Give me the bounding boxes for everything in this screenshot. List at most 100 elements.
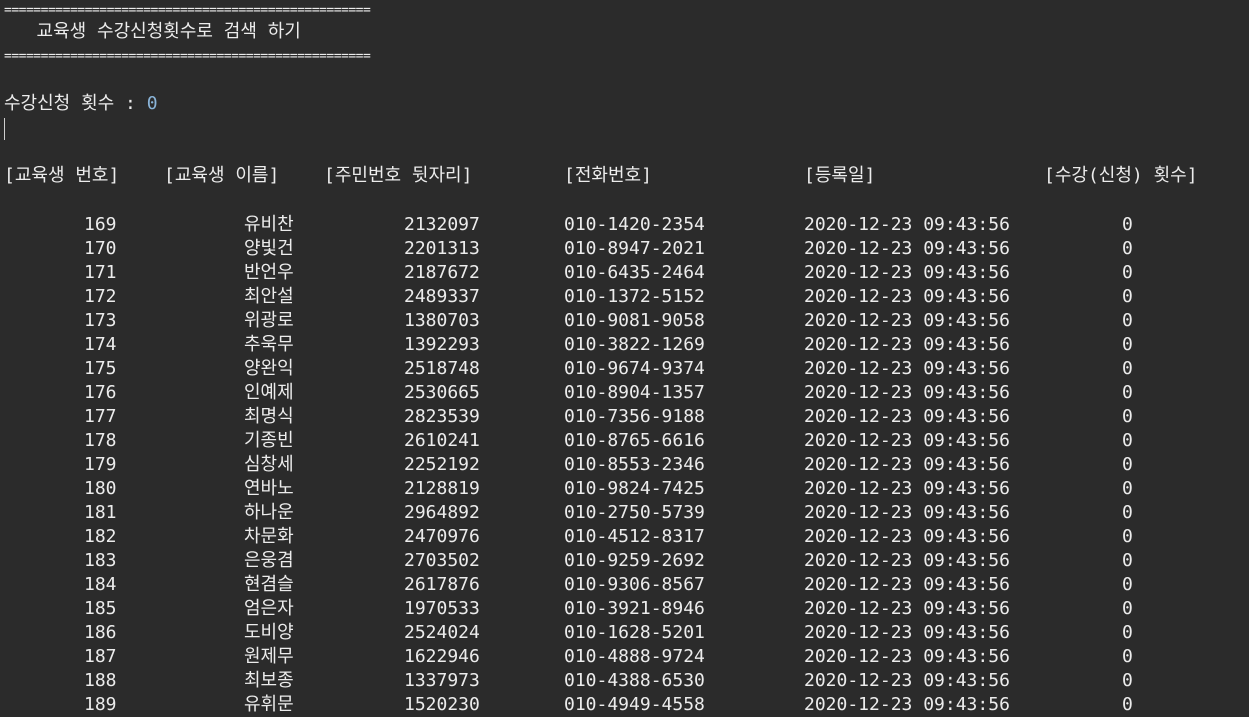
cell-reg-date: 2020-12-23 09:43:56 xyxy=(804,622,1010,643)
cell-student-name: 최보종 xyxy=(244,670,294,691)
cell-enroll-count: 0 xyxy=(1122,262,1133,283)
cell-reg-date: 2020-12-23 09:43:56 xyxy=(804,646,1010,667)
cell-phone: 010-9824-7425 xyxy=(564,478,705,499)
cell-ssn-back: 2823539 xyxy=(404,406,480,427)
cell-ssn-back: 2470976 xyxy=(404,526,480,547)
cell-enroll-count: 0 xyxy=(1122,502,1133,523)
cell-ssn-back: 2964892 xyxy=(404,502,480,523)
cell-reg-date: 2020-12-23 09:43:56 xyxy=(804,454,1010,475)
result-table: 169 유비찬 2132097 010-1420-2354 2020-12-23 09:… xyxy=(0,213,1249,717)
cell-student-name: 최안설 xyxy=(244,286,294,307)
cell-ssn-back: 2610241 xyxy=(404,430,480,451)
cell-student-no: 175 xyxy=(84,358,117,379)
cell-enroll-count: 0 xyxy=(1122,550,1133,571)
cell-enroll-count: 0 xyxy=(1122,670,1133,691)
cell-reg-date: 2020-12-23 09:43:56 xyxy=(804,406,1010,427)
header-phone: [전화번호] xyxy=(564,165,652,186)
cell-reg-date: 2020-12-23 09:43:56 xyxy=(804,358,1010,379)
cell-ssn-back: 2524024 xyxy=(404,622,480,643)
cell-student-no: 170 xyxy=(84,238,117,259)
table-row: 170 양빛건 2201313 010-8947-2021 2020-12-23 09:… xyxy=(0,237,1249,261)
cell-ssn-back: 2201313 xyxy=(404,238,480,259)
cell-reg-date: 2020-12-23 09:43:56 xyxy=(804,550,1010,571)
cell-reg-date: 2020-12-23 09:43:56 xyxy=(804,382,1010,403)
console-window: ========================================… xyxy=(0,0,1249,717)
cell-enroll-count: 0 xyxy=(1122,382,1133,403)
cell-ssn-back: 2128819 xyxy=(404,478,480,499)
cell-reg-date: 2020-12-23 09:43:56 xyxy=(804,334,1010,355)
table-row: 183 은웅겸 2703502 010-9259-2692 2020-12-23 09:… xyxy=(0,549,1249,573)
cell-ssn-back: 1520230 xyxy=(404,694,480,715)
cell-student-name: 양빛건 xyxy=(244,238,294,259)
cell-ssn-back: 2132097 xyxy=(404,214,480,235)
cell-ssn-back: 2530665 xyxy=(404,382,480,403)
cell-reg-date: 2020-12-23 09:43:56 xyxy=(804,478,1010,499)
table-row: 177 최명식 2823539 010-7356-9188 2020-12-23 09:… xyxy=(0,405,1249,429)
cell-reg-date: 2020-12-23 09:43:56 xyxy=(804,502,1010,523)
cell-enroll-count: 0 xyxy=(1122,430,1133,451)
cell-student-name: 기종빈 xyxy=(244,430,294,451)
cell-student-no: 185 xyxy=(84,598,117,619)
cell-phone: 010-2750-5739 xyxy=(564,502,705,523)
separator-top: ========================================… xyxy=(4,3,371,18)
cell-student-name: 연바노 xyxy=(244,478,294,499)
cell-ssn-back: 2518748 xyxy=(404,358,480,379)
cell-student-name: 현겸슬 xyxy=(244,574,294,595)
cell-phone: 010-9259-2692 xyxy=(564,550,705,571)
cell-student-name: 위광로 xyxy=(244,310,294,331)
cell-student-no: 181 xyxy=(84,502,117,523)
cell-ssn-back: 2252192 xyxy=(404,454,480,475)
cell-reg-date: 2020-12-23 09:43:56 xyxy=(804,670,1010,691)
table-row: 172 최안설 2489337 010-1372-5152 2020-12-23 09:… xyxy=(0,285,1249,309)
cell-phone: 010-9674-9374 xyxy=(564,358,705,379)
cell-student-no: 174 xyxy=(84,334,117,355)
separator-bottom: ========================================… xyxy=(4,49,371,64)
cell-phone: 010-4949-4558 xyxy=(564,694,705,715)
cell-enroll-count: 0 xyxy=(1122,238,1133,259)
cell-student-name: 하나운 xyxy=(244,502,294,523)
cell-student-no: 169 xyxy=(84,214,117,235)
cell-reg-date: 2020-12-23 09:43:56 xyxy=(804,310,1010,331)
cell-enroll-count: 0 xyxy=(1122,526,1133,547)
table-row: 182 차문화 2470976 010-4512-8317 2020-12-23 09:… xyxy=(0,525,1249,549)
cell-reg-date: 2020-12-23 09:43:56 xyxy=(804,214,1010,235)
cell-ssn-back: 2187672 xyxy=(404,262,480,283)
cell-reg-date: 2020-12-23 09:43:56 xyxy=(804,574,1010,595)
header-ssn-back: [주민번호 뒷자리] xyxy=(324,165,473,186)
cell-ssn-back: 1337973 xyxy=(404,670,480,691)
cell-student-no: 180 xyxy=(84,478,117,499)
text-cursor xyxy=(4,118,5,140)
cell-enroll-count: 0 xyxy=(1122,622,1133,643)
cell-reg-date: 2020-12-23 09:43:56 xyxy=(804,598,1010,619)
cell-reg-date: 2020-12-23 09:43:56 xyxy=(804,262,1010,283)
cell-enroll-count: 0 xyxy=(1122,646,1133,667)
cell-phone: 010-3921-8946 xyxy=(564,598,705,619)
header-enroll-count: [수강(신청) 횟수] xyxy=(1044,165,1198,186)
cell-phone: 010-8765-6616 xyxy=(564,430,705,451)
table-row: 178 기종빈 2610241 010-8765-6616 2020-12-23 09:… xyxy=(0,429,1249,453)
cell-student-name: 인예제 xyxy=(244,382,294,403)
cell-student-name: 유비찬 xyxy=(244,214,294,235)
cell-phone: 010-1372-5152 xyxy=(564,286,705,307)
table-row: 189 유휘문 1520230 010-4949-4558 2020-12-23 09:… xyxy=(0,693,1249,717)
table-row: 185 엄은자 1970533 010-3921-8946 2020-12-23 09:… xyxy=(0,597,1249,621)
cell-enroll-count: 0 xyxy=(1122,478,1133,499)
prompt-label: 수강신청 횟수 : xyxy=(4,93,147,114)
cell-student-name: 도비양 xyxy=(244,622,294,643)
cell-enroll-count: 0 xyxy=(1122,286,1133,307)
table-row: 176 인예제 2530665 010-8904-1357 2020-12-23 09:… xyxy=(0,381,1249,405)
cell-phone: 010-9306-8567 xyxy=(564,574,705,595)
cell-student-no: 177 xyxy=(84,406,117,427)
table-row: 187 원제무 1622946 010-4888-9724 2020-12-23 09:… xyxy=(0,645,1249,669)
cell-ssn-back: 1622946 xyxy=(404,646,480,667)
cell-student-name: 은웅겸 xyxy=(244,550,294,571)
table-row: 188 최보종 1337973 010-4388-6530 2020-12-23 09:… xyxy=(0,669,1249,693)
prompt-input-value[interactable]: 0 xyxy=(147,93,158,114)
cell-enroll-count: 0 xyxy=(1122,454,1133,475)
prompt-line: 수강신청 횟수 : 0 xyxy=(4,92,158,116)
cell-ssn-back: 1970533 xyxy=(404,598,480,619)
cell-enroll-count: 0 xyxy=(1122,598,1133,619)
cell-student-no: 183 xyxy=(84,550,117,571)
header-reg-date: [등록일] xyxy=(804,165,876,186)
cell-student-no: 188 xyxy=(84,670,117,691)
